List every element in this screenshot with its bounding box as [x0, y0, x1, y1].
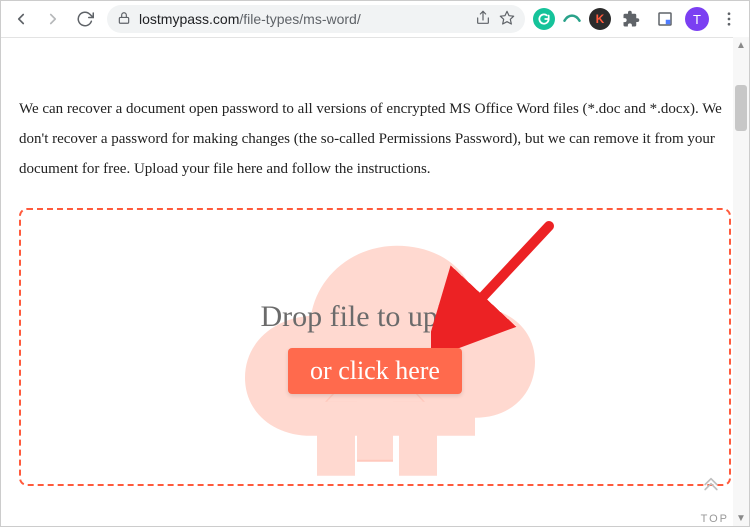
scrollbar-down-icon[interactable]: ▼	[733, 510, 749, 526]
upload-dropzone[interactable]: Drop file to upload or click here	[19, 208, 731, 486]
url-text: lostmypass.com/file-types/ms-word/	[139, 11, 467, 27]
extension-k-icon[interactable]: K	[589, 8, 611, 30]
extensions-area: K T	[533, 5, 743, 33]
avatar-initial: T	[693, 12, 701, 27]
dropzone-title: Drop file to upload	[260, 300, 489, 334]
profile-avatar[interactable]: T	[685, 7, 709, 31]
forward-button[interactable]	[39, 5, 67, 33]
extension-k-label: K	[596, 12, 605, 26]
extensions-puzzle-icon[interactable]	[617, 5, 645, 33]
extension-square-icon[interactable]	[651, 5, 679, 33]
description-text: We can recover a document open password …	[19, 94, 731, 184]
lock-icon	[117, 11, 131, 28]
extension-swoosh-icon[interactable]	[561, 8, 583, 30]
page-content: We can recover a document open password …	[1, 38, 749, 527]
browser-toolbar: lostmypass.com/file-types/ms-word/ K T	[1, 1, 749, 38]
scrollbar-up-icon[interactable]: ▲	[733, 37, 749, 53]
scrollbar-thumb[interactable]	[735, 85, 747, 131]
vertical-scrollbar[interactable]: ▲ ▼	[733, 37, 749, 526]
reload-button[interactable]	[71, 5, 99, 33]
back-button[interactable]	[7, 5, 35, 33]
click-here-button[interactable]: or click here	[288, 348, 462, 394]
bookmark-star-icon[interactable]	[499, 10, 515, 29]
menu-dots-icon[interactable]	[715, 5, 743, 33]
extension-grammarly-icon[interactable]	[533, 8, 555, 30]
share-icon[interactable]	[475, 10, 491, 29]
address-bar[interactable]: lostmypass.com/file-types/ms-word/	[107, 5, 525, 33]
top-label: TOP	[701, 513, 729, 525]
